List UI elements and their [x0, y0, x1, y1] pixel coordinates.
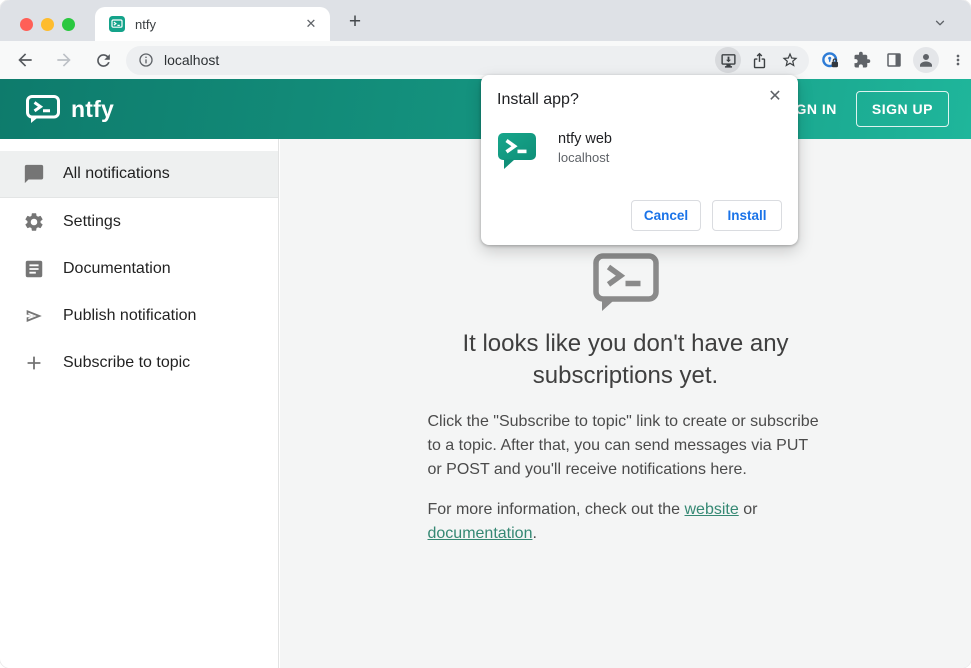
- password-manager-extension-icon[interactable]: [817, 47, 843, 73]
- dialog-close-icon[interactable]: ✕: [764, 85, 786, 107]
- sidebar-item-label: All notifications: [63, 165, 170, 182]
- browser-tab-ntfy[interactable]: ntfy ✕: [95, 7, 330, 41]
- ntfy-app-icon: [497, 130, 537, 170]
- ntfy-logo-icon: [26, 95, 60, 123]
- dialog-app-name: ntfy web: [558, 131, 612, 147]
- sidebar-navigation: All notifications Settings Documentation…: [0, 139, 279, 668]
- tab-title: ntfy: [135, 16, 156, 32]
- install-button[interactable]: Install: [712, 200, 782, 231]
- profile-avatar[interactable]: [913, 47, 939, 73]
- sidebar-item-subscribe-to-topic[interactable]: Subscribe to topic: [0, 339, 278, 386]
- browser-toolbar: localhost: [0, 41, 971, 79]
- empty-state-heading: It looks like you don't have any subscri…: [462, 330, 789, 389]
- article-icon: [22, 257, 46, 281]
- website-link[interactable]: website: [685, 501, 739, 518]
- more-info-text: For more information, check out the: [427, 501, 685, 518]
- macos-traffic-lights: [20, 18, 75, 31]
- reload-icon[interactable]: [90, 47, 116, 73]
- dialog-title: Install app?: [497, 91, 579, 108]
- sidebar-item-documentation[interactable]: Documentation: [0, 245, 278, 292]
- chat-icon: [22, 162, 46, 186]
- sidebar-item-label: Documentation: [63, 259, 171, 277]
- zoom-window-button[interactable]: [62, 18, 75, 31]
- gear-icon: [22, 210, 46, 234]
- more-info-text: or: [738, 501, 758, 518]
- tab-strip: ntfy ✕ +: [0, 0, 971, 41]
- app-title: ntfy: [71, 95, 114, 122]
- browser-window: ntfy ✕ + localhost ntfy SIGN IN SIGN UP …: [0, 0, 971, 668]
- sidebar-item-label: Subscribe to topic: [63, 353, 191, 371]
- empty-state-more-info: For more information, check out the webs…: [428, 498, 824, 546]
- send-icon: [22, 304, 46, 328]
- minimize-window-button[interactable]: [41, 18, 54, 31]
- site-info-icon[interactable]: [138, 52, 154, 68]
- sidebar-item-label: Publish notification: [63, 306, 197, 324]
- empty-state: It looks like you don't have any subscri…: [428, 253, 824, 562]
- browser-menu-kebab-icon[interactable]: [945, 47, 971, 73]
- plus-icon: [22, 351, 46, 375]
- side-panel-icon[interactable]: [881, 47, 907, 73]
- sidebar-item-all-notifications[interactable]: All notifications: [0, 151, 278, 198]
- close-window-button[interactable]: [20, 18, 33, 31]
- sidebar-item-publish-notification[interactable]: Publish notification: [0, 292, 278, 339]
- empty-state-description: Click the "Subscribe to topic" link to c…: [427, 413, 819, 478]
- tab-close-icon[interactable]: ✕: [302, 15, 320, 33]
- install-app-dialog: Install app? ✕ ntfy web localhost Cancel…: [481, 75, 798, 245]
- sign-up-button[interactable]: SIGN UP: [855, 91, 949, 127]
- ntfy-outline-logo-icon: [428, 253, 824, 316]
- back-icon[interactable]: [12, 47, 38, 73]
- sidebar-item-settings[interactable]: Settings: [0, 198, 278, 245]
- share-icon[interactable]: [746, 47, 772, 73]
- cancel-button[interactable]: Cancel: [631, 200, 701, 231]
- bookmark-star-icon[interactable]: [777, 47, 803, 73]
- extensions-puzzle-icon[interactable]: [849, 47, 875, 73]
- sidebar-item-label: Settings: [63, 212, 121, 230]
- forward-icon[interactable]: [51, 47, 77, 73]
- documentation-link[interactable]: documentation: [428, 525, 533, 542]
- install-app-icon[interactable]: [715, 47, 741, 73]
- new-tab-button[interactable]: +: [344, 11, 366, 34]
- dialog-app-origin: localhost: [558, 150, 610, 165]
- address-bar[interactable]: localhost: [126, 45, 809, 75]
- tab-search-chevron-icon[interactable]: [933, 16, 947, 30]
- url-text: localhost: [164, 52, 220, 68]
- tab-favicon-ntfy-icon: [109, 16, 125, 32]
- more-info-text: .: [532, 525, 537, 542]
